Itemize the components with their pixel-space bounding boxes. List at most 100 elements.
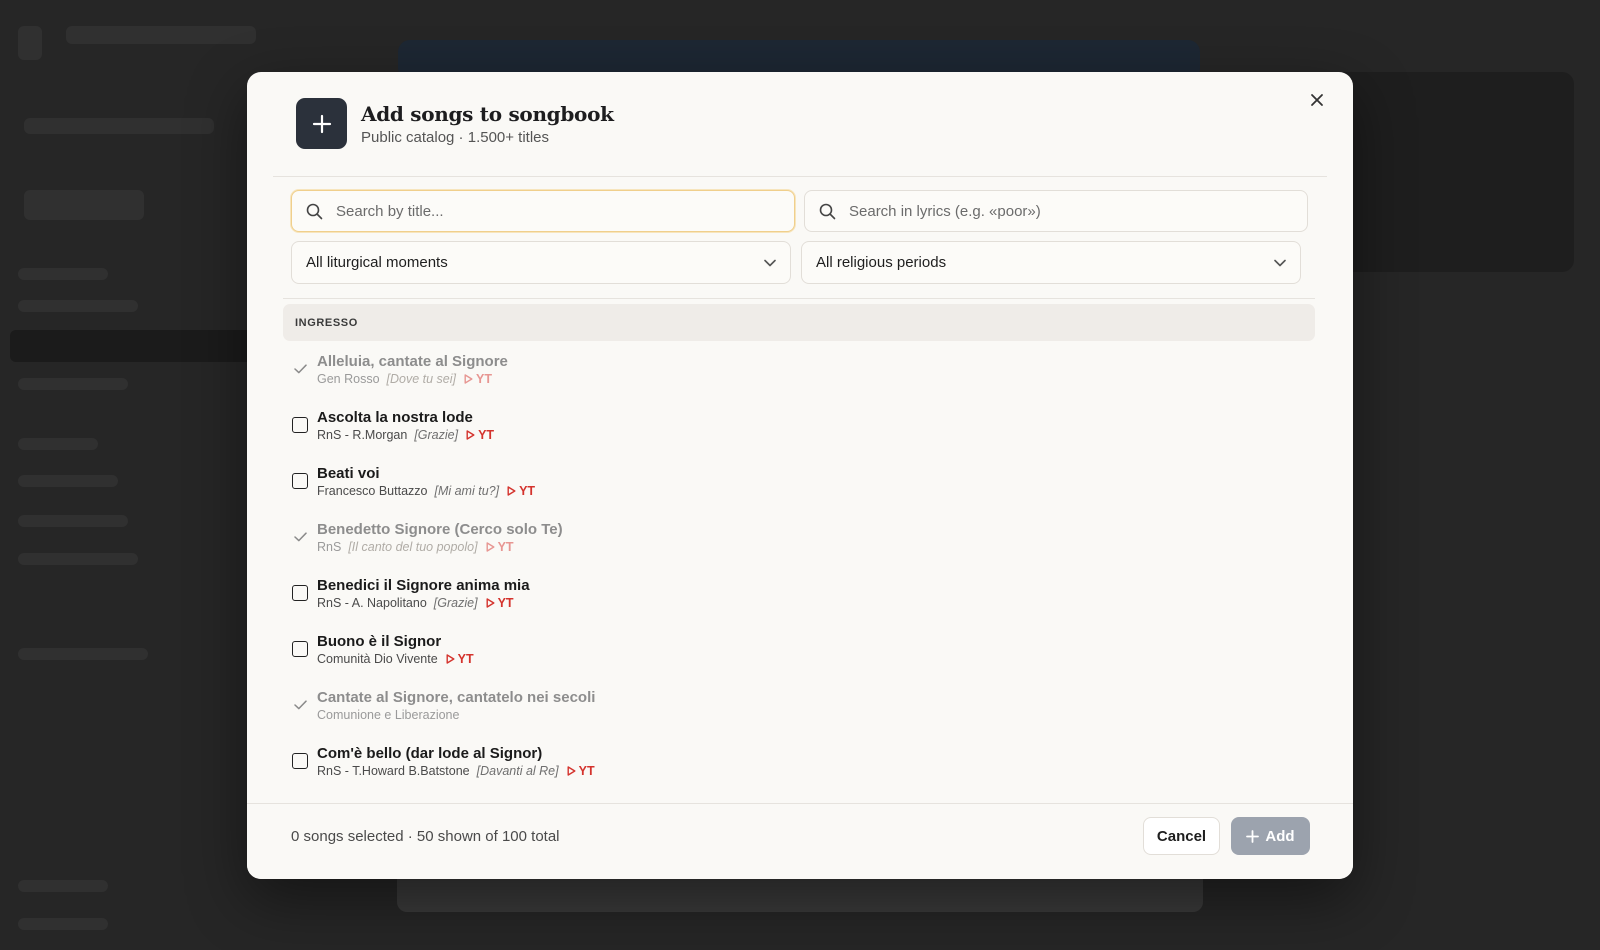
song-author: RnS xyxy=(317,540,342,554)
youtube-label: YT xyxy=(476,372,492,386)
song-author: RnS - A. Napolitano xyxy=(317,596,427,610)
play-icon xyxy=(464,374,473,384)
add-songs-dialog: Add songs to songbook Public catalog · 1… xyxy=(247,72,1353,879)
song-checkbox-wrap xyxy=(283,753,317,769)
youtube-link[interactable]: YT xyxy=(486,540,514,554)
song-meta: Comunione e Liberazione xyxy=(317,708,595,722)
background-sidebar xyxy=(0,0,256,950)
chevron-down-icon xyxy=(1274,254,1286,272)
song-checkbox-wrap xyxy=(283,641,317,657)
title-search-placeholder: Search by title... xyxy=(336,202,444,220)
song-row[interactable]: Ascolta la nostra lode RnS - R.Morgan [Gra… xyxy=(283,397,1315,453)
song-checkbox-wrap xyxy=(283,417,317,433)
song-row: Alleluia, cantate al Signore Gen Rosso [Do… xyxy=(283,341,1315,397)
song-checkbox[interactable] xyxy=(292,641,308,657)
songs-container: Alleluia, cantate al Signore Gen Rosso [Do… xyxy=(283,341,1315,814)
song-meta: RnS [Il canto del tuo popolo] YT xyxy=(317,540,563,554)
dialog-footer: 0 songs selected · 50 shown of 100 total… xyxy=(247,803,1353,879)
song-list[interactable]: INGRESSO Alleluia, cantate al Signore Gen… xyxy=(283,304,1315,814)
check-icon xyxy=(283,364,317,374)
youtube-link[interactable]: YT xyxy=(507,484,535,498)
song-author: Comunità Dio Vivente xyxy=(317,652,438,666)
dialog-title: Add songs to songbook xyxy=(361,102,614,126)
lyrics-search-placeholder: Search in lyrics (e.g. «poor») xyxy=(849,202,1041,220)
song-row[interactable]: Benedici il Signore anima mia RnS - A. Na… xyxy=(283,565,1315,621)
cancel-button[interactable]: Cancel xyxy=(1143,817,1220,855)
song-row: Benedetto Signore (Cerco solo Te) RnS [Il … xyxy=(283,509,1315,565)
lyrics-search-input[interactable]: Search in lyrics (e.g. «poor») xyxy=(804,190,1308,232)
filters-divider xyxy=(283,298,1315,299)
song-checkbox[interactable] xyxy=(292,585,308,601)
youtube-label: YT xyxy=(578,764,595,778)
youtube-link[interactable]: YT xyxy=(464,372,492,386)
dialog-header: Add songs to songbook Public catalog · 1… xyxy=(296,98,614,149)
religious-period-value: All religious periods xyxy=(816,254,947,271)
song-row[interactable]: Beati voi Francesco Buttazzo [Mi ami tu?] Y… xyxy=(283,453,1315,509)
dialog-subtitle: Public catalog · 1.500+ titles xyxy=(361,129,550,146)
song-author: Comunione e Liberazione xyxy=(317,708,460,722)
song-author: Gen Rosso xyxy=(317,372,380,386)
song-meta: RnS - T.Howard B.Batstone [Davanti al Re]… xyxy=(317,764,595,778)
add-button-label: Add xyxy=(1265,827,1295,845)
song-author: RnS - T.Howard B.Batstone xyxy=(317,764,470,778)
check-icon xyxy=(283,700,317,710)
close-icon[interactable] xyxy=(1303,86,1331,114)
youtube-link[interactable]: YT xyxy=(486,596,514,610)
selection-status: 0 songs selected · 50 shown of 100 total xyxy=(291,828,560,845)
song-info: Cantate al Signore, cantatelo nei secoli… xyxy=(317,688,595,722)
song-author: Francesco Buttazzo xyxy=(317,484,428,498)
song-album: [Grazie] xyxy=(414,428,459,442)
play-icon xyxy=(466,430,475,440)
song-album: [Mi ami tu?] xyxy=(434,484,500,498)
song-info: Beati voi Francesco Buttazzo [Mi ami tu?] Y… xyxy=(317,464,535,498)
song-row[interactable]: Buono è il Signor Comunità Dio Vivente YT xyxy=(283,621,1315,677)
group-header: INGRESSO xyxy=(283,304,1315,341)
song-title: Beati voi xyxy=(317,465,380,482)
chevron-down-icon xyxy=(764,254,776,272)
song-album: [Grazie] xyxy=(433,596,478,610)
header-divider xyxy=(273,176,1327,177)
youtube-label: YT xyxy=(457,652,474,666)
song-checkbox-wrap xyxy=(283,473,317,489)
song-info: Buono è il Signor Comunità Dio Vivente YT xyxy=(317,632,474,666)
song-row[interactable]: Com'è bello (dar lode al Signor) RnS - T.… xyxy=(283,733,1315,789)
song-meta: RnS - R.Morgan [Grazie] YT xyxy=(317,428,494,442)
title-search-input[interactable]: Search by title... xyxy=(291,190,795,232)
song-checkbox[interactable] xyxy=(292,417,308,433)
song-title: Benedici il Signore anima mia xyxy=(317,577,530,594)
song-checkbox[interactable] xyxy=(292,473,308,489)
song-title: Alleluia, cantate al Signore xyxy=(317,353,508,370)
plus-icon xyxy=(296,98,347,149)
song-album: [Davanti al Re] xyxy=(476,764,559,778)
liturgical-moment-value: All liturgical moments xyxy=(306,254,448,271)
song-album: [Dove tu sei] xyxy=(386,372,457,386)
song-meta: Gen Rosso [Dove tu sei] YT xyxy=(317,372,508,386)
play-icon xyxy=(486,598,495,608)
song-meta: RnS - A. Napolitano [Grazie] YT xyxy=(317,596,530,610)
song-album: [Il canto del tuo popolo] xyxy=(348,540,478,554)
song-checkbox[interactable] xyxy=(292,753,308,769)
song-title: Cantate al Signore, cantatelo nei secoli xyxy=(317,689,596,706)
song-title: Com'è bello (dar lode al Signor) xyxy=(317,745,543,762)
song-meta: Comunità Dio Vivente YT xyxy=(317,652,474,666)
song-info: Ascolta la nostra lode RnS - R.Morgan [Gra… xyxy=(317,408,494,442)
youtube-link[interactable]: YT xyxy=(446,652,474,666)
play-icon xyxy=(446,654,455,664)
youtube-label: YT xyxy=(478,428,495,442)
song-title: Ascolta la nostra lode xyxy=(317,409,473,426)
song-title: Benedetto Signore (Cerco solo Te) xyxy=(317,521,563,538)
plus-icon xyxy=(1246,829,1260,843)
play-icon xyxy=(507,486,516,496)
youtube-link[interactable]: YT xyxy=(567,764,595,778)
youtube-link[interactable]: YT xyxy=(466,428,494,442)
background-active-nav xyxy=(10,330,260,362)
add-button[interactable]: Add xyxy=(1231,817,1310,855)
search-icon xyxy=(292,203,336,220)
check-icon xyxy=(283,532,317,542)
youtube-label: YT xyxy=(519,484,536,498)
play-icon xyxy=(486,542,495,552)
liturgical-moment-select[interactable]: All liturgical moments xyxy=(291,241,791,284)
religious-period-select[interactable]: All religious periods xyxy=(801,241,1301,284)
song-meta: Francesco Buttazzo [Mi ami tu?] YT xyxy=(317,484,535,498)
song-title: Buono è il Signor xyxy=(317,633,442,650)
